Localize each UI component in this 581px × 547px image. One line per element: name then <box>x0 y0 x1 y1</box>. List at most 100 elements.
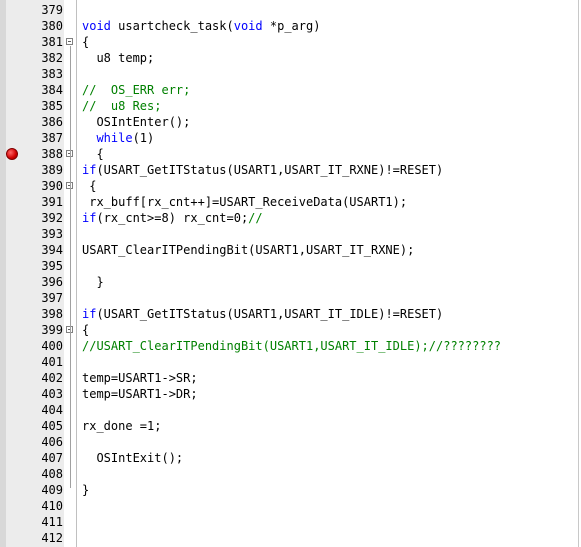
line-number: 382 <box>41 51 63 65</box>
keyword-token: if <box>82 163 97 177</box>
code-text: if(USART_GetITStatus(USART1,USART_IT_IDL… <box>82 306 443 322</box>
line-number: 390 <box>41 179 63 193</box>
code-line[interactable]: 402 temp=USART1->SR; <box>0 370 578 386</box>
code-text: USART_ClearITPendingBit(USART1,USART_IT_… <box>82 242 414 258</box>
comment-token: // u8 Res; <box>82 99 162 113</box>
code-line[interactable]: 391 rx_buff[rx_cnt++]=USART_ReceiveData(… <box>0 194 578 210</box>
line-number: 405 <box>41 419 63 433</box>
code-line[interactable]: 381 { <box>0 34 578 50</box>
code-line[interactable]: 410 <box>0 498 578 514</box>
code-line[interactable]: 400 //USART_ClearITPendingBit(USART1,USAR… <box>0 338 578 354</box>
code-token: } <box>82 275 104 289</box>
line-number: 381 <box>41 35 63 49</box>
code-token: { <box>82 147 104 161</box>
code-token: *p_arg) <box>262 19 321 33</box>
code-token: { <box>82 179 97 193</box>
code-line[interactable]: 382 u8 temp; <box>0 50 578 66</box>
code-line[interactable]: 404 <box>0 402 578 418</box>
fold-guide-line <box>70 334 71 488</box>
code-token: (1) <box>132 131 155 145</box>
code-line[interactable]: 405 rx_done =1; <box>0 418 578 434</box>
line-number: 380 <box>41 19 63 33</box>
line-number: 411 <box>41 515 63 529</box>
comment-token: //USART_ClearITPendingBit(USART1,USART_I… <box>82 339 502 353</box>
line-number: 410 <box>41 499 63 513</box>
code-text: rx_done =1; <box>82 418 161 434</box>
code-line[interactable]: 380 void usartcheck_task(void *p_arg) <box>0 18 578 34</box>
code-line[interactable]: 409} <box>0 482 578 498</box>
code-text: // OS_ERR err; <box>82 82 190 98</box>
code-token: rx_buff[rx_cnt++]=USART_ReceiveData(USAR… <box>82 195 408 209</box>
code-token: temp=USART1->DR; <box>82 387 198 401</box>
comment-token: // OS_ERR err; <box>82 83 191 97</box>
line-number: 408 <box>41 467 63 481</box>
code-line[interactable]: 399 { <box>0 322 578 338</box>
code-text: //USART_ClearITPendingBit(USART1,USART_I… <box>82 338 501 354</box>
line-number: 385 <box>41 99 63 113</box>
code-line[interactable]: 397 <box>0 290 578 306</box>
line-number: 393 <box>41 227 63 241</box>
code-line[interactable]: 408 <box>0 466 578 482</box>
line-number: 388 <box>41 147 63 161</box>
line-number: 379 <box>41 3 63 17</box>
code-text: } <box>82 274 104 290</box>
fold-toggle-icon[interactable] <box>66 38 73 45</box>
line-number: 395 <box>41 259 63 273</box>
code-line[interactable]: 379 <box>0 2 578 18</box>
code-line[interactable]: 386 OSIntEnter(); <box>0 114 578 130</box>
line-number: 389 <box>41 163 63 177</box>
code-line[interactable]: 411 <box>0 514 578 530</box>
line-number: 383 <box>41 67 63 81</box>
line-number: 396 <box>41 275 63 289</box>
line-number: 386 <box>41 115 63 129</box>
code-text: { <box>82 34 89 50</box>
code-line[interactable]: 401 <box>0 354 578 370</box>
code-line[interactable]: 412 <box>0 530 578 546</box>
code-line[interactable]: 392 if(rx_cnt>=8) rx_cnt=0;// <box>0 210 578 226</box>
code-line[interactable]: 398 if(USART_GetITStatus(USART1,USART_IT_… <box>0 306 578 322</box>
line-number: 398 <box>41 307 63 321</box>
code-line[interactable]: 407 OSIntExit(); <box>0 450 578 466</box>
code-line[interactable]: 384 // OS_ERR err; <box>0 82 578 98</box>
code-lines[interactable]: 379 380 void usartcheck_task(void *p_arg) 3… <box>0 2 578 546</box>
line-number: 391 <box>41 195 63 209</box>
code-line[interactable]: 385 // u8 Res; <box>0 98 578 114</box>
code-line[interactable]: 390 { <box>0 178 578 194</box>
code-text: rx_buff[rx_cnt++]=USART_ReceiveData(USAR… <box>82 194 407 210</box>
code-line[interactable]: 396 } <box>0 274 578 290</box>
code-text: u8 temp; <box>82 50 154 66</box>
comment-token: // <box>248 211 263 225</box>
code-token: (USART_GetITStatus(USART1,USART_IT_RXNE)… <box>96 163 444 177</box>
code-line[interactable]: 395 <box>0 258 578 274</box>
code-token: USART_ClearITPendingBit(USART1,USART_IT_… <box>82 243 415 257</box>
code-editor[interactable]: 379 380 void usartcheck_task(void *p_arg) 3… <box>0 0 581 547</box>
line-number: 404 <box>41 403 63 417</box>
code-text: void usartcheck_task(void *p_arg) <box>82 18 320 34</box>
keyword-token: void <box>82 19 111 33</box>
code-token: (USART_GetITStatus(USART1,USART_IT_IDLE)… <box>96 307 444 321</box>
code-token: temp=USART1->SR; <box>82 371 198 385</box>
code-text: // u8 Res; <box>82 98 161 114</box>
keyword-token: if <box>82 307 97 321</box>
code-token: usartcheck_task( <box>110 19 234 33</box>
code-line[interactable]: 383 <box>0 66 578 82</box>
code-line[interactable]: 388 { <box>0 146 578 162</box>
code-line[interactable]: 389 if(USART_GetITStatus(USART1,USART_IT_… <box>0 162 578 178</box>
code-line[interactable]: 403 temp=USART1->DR; <box>0 386 578 402</box>
code-token: } <box>82 483 90 497</box>
code-line[interactable]: 393 <box>0 226 578 242</box>
code-line[interactable]: 394 USART_ClearITPendingBit(USART1,USART_… <box>0 242 578 258</box>
line-number: 387 <box>41 131 63 145</box>
code-token: { <box>82 35 90 49</box>
code-text: temp=USART1->DR; <box>82 386 198 402</box>
code-text: if(USART_GetITStatus(USART1,USART_IT_RXN… <box>82 162 443 178</box>
code-line[interactable]: 406 <box>0 434 578 450</box>
keyword-token: void <box>233 19 263 33</box>
code-token: OSIntExit(); <box>82 451 184 465</box>
code-line[interactable]: 387 while(1) <box>0 130 578 146</box>
code-text: while(1) <box>82 130 154 146</box>
code-text: { <box>82 322 89 338</box>
fold-guide-line <box>70 190 71 280</box>
code-token: u8 temp; <box>82 51 155 65</box>
